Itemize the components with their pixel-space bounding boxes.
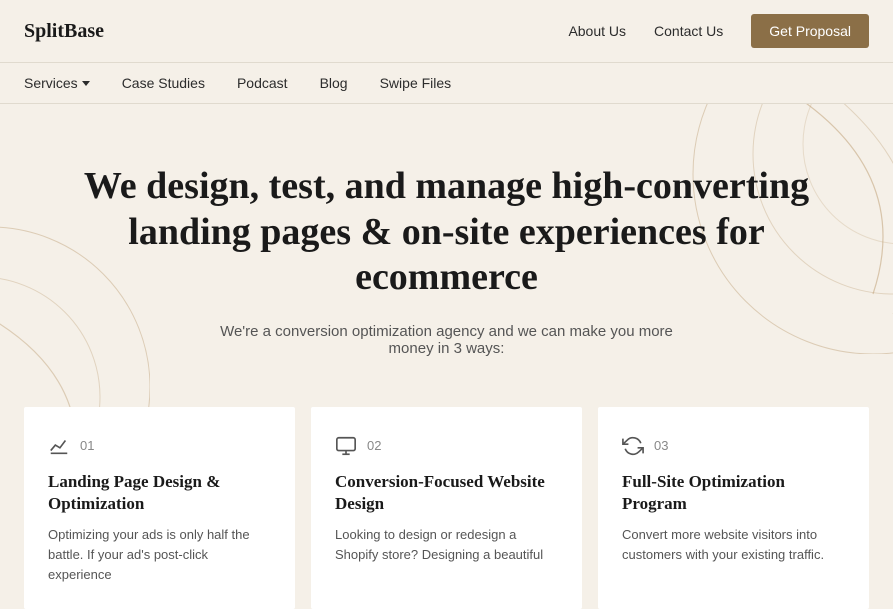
monitor-icon [335, 435, 357, 457]
card-website-design: 02 Conversion-Focused Website Design Loo… [311, 407, 582, 609]
card-landing-page: 01 Landing Page Design & Optimization Op… [24, 407, 295, 609]
card-1-header: 01 [48, 435, 271, 457]
get-proposal-button[interactable]: Get Proposal [751, 14, 869, 48]
swipe-files-link[interactable]: Swipe Files [380, 75, 452, 91]
site-header: SplitBase About Us Contact Us Get Propos… [0, 0, 893, 63]
hero-section: We design, test, and manage high-convert… [0, 104, 893, 407]
hero-headline: We design, test, and manage high-convert… [40, 164, 853, 301]
card-2-header: 02 [335, 435, 558, 457]
card-1-number: 01 [80, 438, 94, 453]
podcast-link[interactable]: Podcast [237, 75, 288, 91]
card-full-site-optimization: 03 Full-Site Optimization Program Conver… [598, 407, 869, 609]
card-1-title: Landing Page Design & Optimization [48, 471, 271, 515]
card-2-number: 02 [367, 438, 381, 453]
services-dropdown[interactable]: Services [24, 75, 90, 91]
chevron-down-icon [82, 81, 90, 86]
about-us-link[interactable]: About Us [568, 23, 626, 39]
header-navigation: About Us Contact Us Get Proposal [568, 14, 869, 48]
case-studies-link[interactable]: Case Studies [122, 75, 205, 91]
card-3-number: 03 [654, 438, 668, 453]
card-2-description: Looking to design or redesign a Shopify … [335, 525, 558, 565]
card-2-title: Conversion-Focused Website Design [335, 471, 558, 515]
card-1-description: Optimizing your ads is only half the bat… [48, 525, 271, 585]
card-3-title: Full-Site Optimization Program [622, 471, 845, 515]
card-3-description: Convert more website visitors into custo… [622, 525, 845, 565]
services-label: Services [24, 75, 78, 91]
logo[interactable]: SplitBase [24, 20, 104, 43]
main-navigation: Services Case Studies Podcast Blog Swipe… [0, 63, 893, 104]
card-3-header: 03 [622, 435, 845, 457]
blog-link[interactable]: Blog [320, 75, 348, 91]
refresh-icon [622, 435, 644, 457]
hero-subtext: We're a conversion optimization agency a… [197, 323, 697, 357]
chart-icon [48, 435, 70, 457]
contact-us-link[interactable]: Contact Us [654, 23, 723, 39]
service-cards: 01 Landing Page Design & Optimization Op… [0, 407, 893, 609]
